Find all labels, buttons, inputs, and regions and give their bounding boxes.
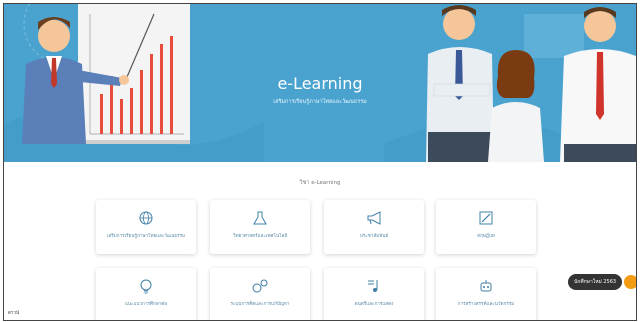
section-title: วิชา e-Learning bbox=[299, 180, 341, 186]
chat-button[interactable]: นักศึกษาใหม่ 2563 bbox=[568, 274, 623, 290]
course-card-problem-solving[interactable]: ระบบการคิดและการแก้ปัญหา bbox=[210, 268, 310, 320]
course-card-thai-culture[interactable]: เสริมการเรียนรู้ภาษาไทยและวัฒนธรรม bbox=[96, 200, 196, 254]
course-card-label: ประชาสัมพันธ์ bbox=[359, 234, 389, 239]
course-card-announcements[interactable]: ประชาสัมพันธ์ bbox=[324, 200, 424, 254]
course-card-music[interactable]: ดนตรีและการแสดง bbox=[324, 268, 424, 320]
course-card-label: การสร้างสรรค์และนวัตกรรม bbox=[457, 302, 515, 307]
browser-frame: e-Learning เสริมการเรียนรู้ภาษาไทยและวัฒ… bbox=[3, 3, 637, 321]
robot-icon bbox=[480, 280, 492, 292]
hero-title: e-Learning bbox=[277, 74, 363, 93]
globe-icon bbox=[139, 211, 153, 225]
course-card-label: ทฤษฎีบท bbox=[477, 234, 495, 239]
hero-banner: e-Learning เสริมการเรียนรู้ภาษาไทยและวัฒ… bbox=[4, 4, 636, 162]
gears-icon bbox=[252, 279, 268, 293]
hero-subtitle: เสริมการเรียนรู้ภาษาไทยและวัฒนธรรม bbox=[273, 99, 367, 105]
course-card-label: วิทยาศาสตร์และเทคโนโลยี bbox=[232, 234, 288, 239]
course-card-innovation[interactable]: การสร้างสรรค์และนวัตกรรม bbox=[436, 268, 536, 320]
course-card-theorem[interactable]: ทฤษฎีบท bbox=[436, 200, 536, 254]
course-card-label: เสริมการเรียนรู้ภาษาไทยและวัฒนธรรม bbox=[106, 234, 186, 239]
pencil-icon bbox=[479, 211, 493, 225]
music-note-icon bbox=[368, 280, 378, 292]
course-card-label: แนะแนวการศึกษาต่อ bbox=[124, 302, 168, 307]
course-card-science[interactable]: วิทยาศาสตร์และเทคโนโลยี bbox=[210, 200, 310, 254]
user-avatar-icon[interactable] bbox=[624, 275, 636, 289]
course-card-guidance[interactable]: แนะแนวการศึกษาต่อ bbox=[96, 268, 196, 320]
course-card-label: ระบบการคิดและการแก้ปัญหา bbox=[230, 302, 290, 307]
megaphone-icon bbox=[367, 211, 381, 225]
flask-icon bbox=[253, 211, 267, 225]
status-text: ดาวน์ bbox=[8, 311, 20, 316]
lightbulb-icon bbox=[140, 279, 152, 294]
course-card-label: ดนตรีและการแสดง bbox=[354, 302, 394, 307]
